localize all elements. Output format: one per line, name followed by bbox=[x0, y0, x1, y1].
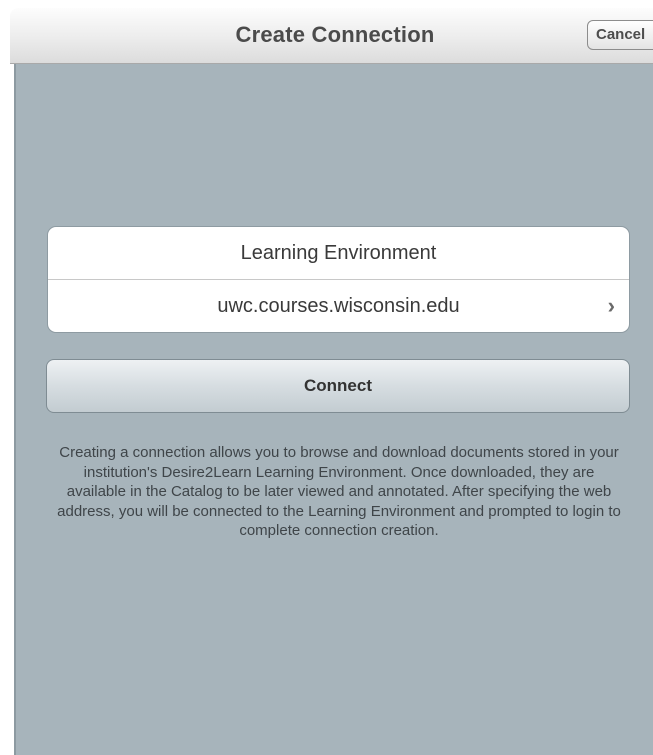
app-window: Create Connection Cancel Learning Enviro… bbox=[0, 0, 653, 755]
chevron-right-icon: › bbox=[607, 293, 615, 318]
server-address-row[interactable]: uwc.courses.wisconsin.edu › bbox=[48, 280, 629, 332]
navigation-bar: Create Connection Cancel bbox=[10, 8, 653, 64]
page-title: Create Connection bbox=[235, 22, 435, 47]
cancel-button[interactable]: Cancel bbox=[587, 20, 653, 50]
section-title: Learning Environment bbox=[48, 227, 629, 280]
help-description: Creating a connection allows you to brow… bbox=[57, 444, 621, 539]
connect-button[interactable]: Connect bbox=[46, 359, 630, 413]
server-address-value: uwc.courses.wisconsin.edu bbox=[217, 295, 460, 317]
connection-form-group: Learning Environment uwc.courses.wiscons… bbox=[47, 226, 630, 333]
